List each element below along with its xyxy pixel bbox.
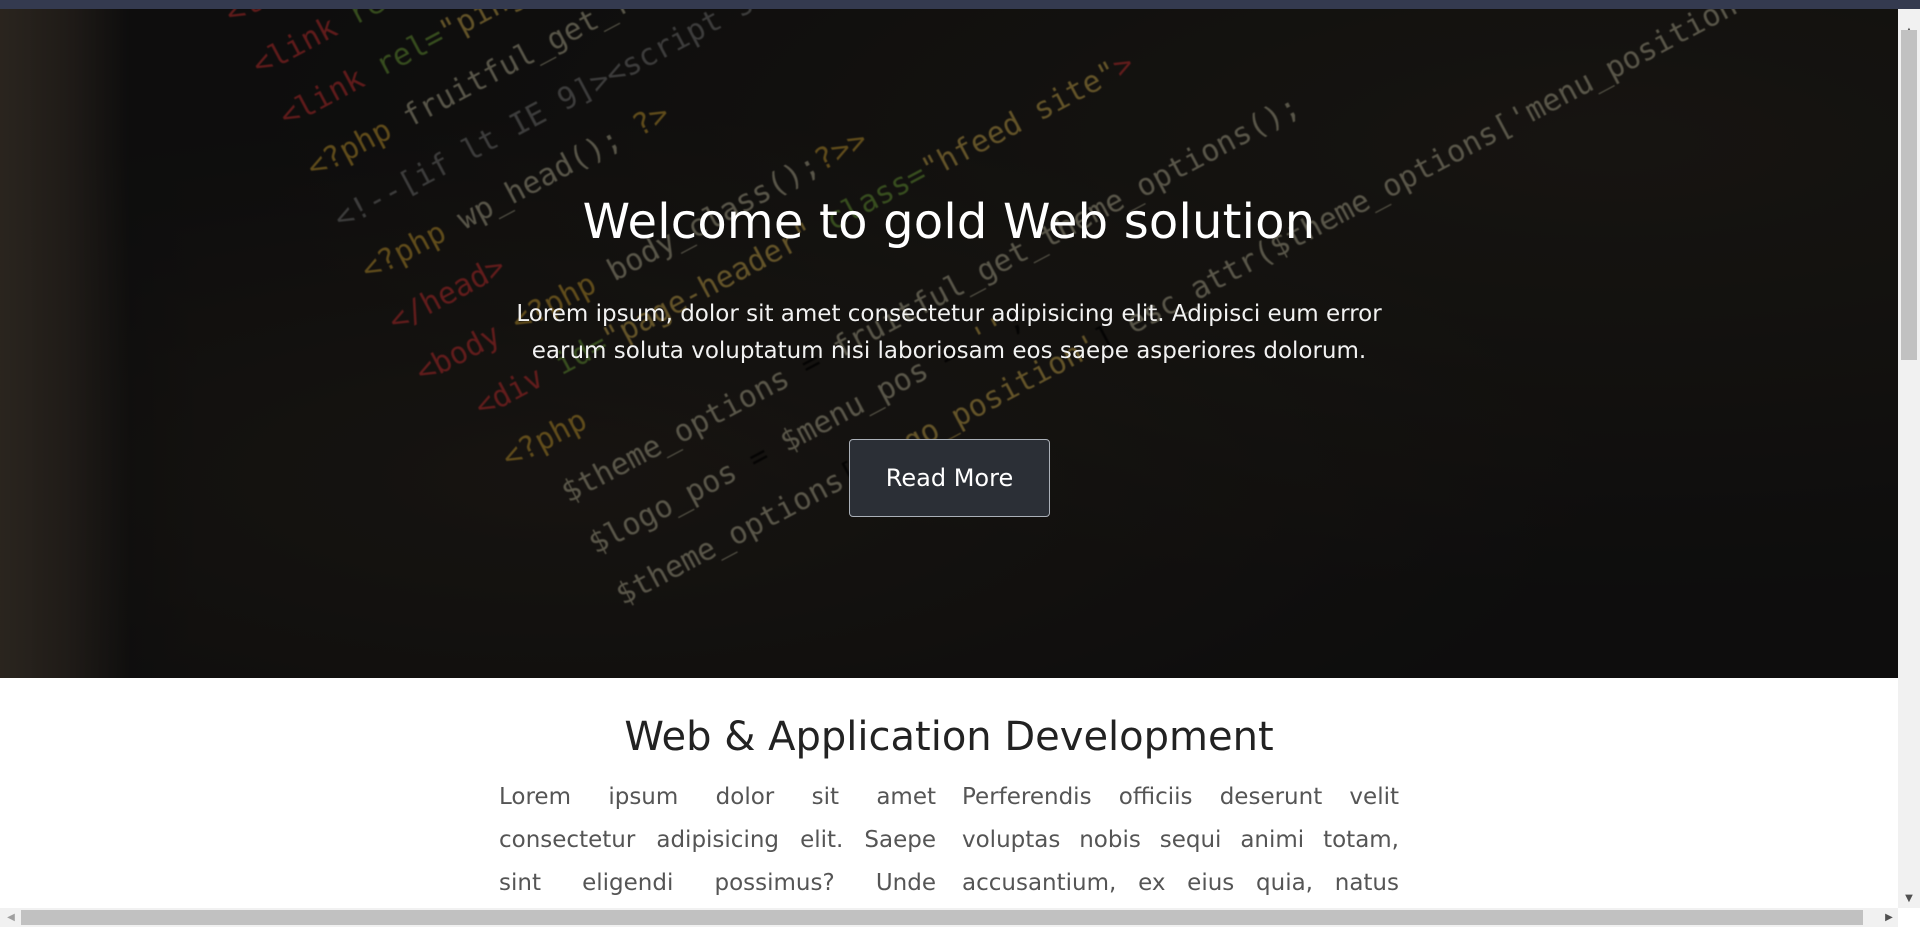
down-arrow-icon[interactable]: ▼	[1898, 888, 1920, 908]
right-arrow-icon[interactable]: ▶	[1880, 908, 1898, 927]
horizontal-scrollbar[interactable]: ◀ ▶	[0, 908, 1898, 927]
services-section: Web & Application Development Lorem ipsu…	[0, 678, 1898, 908]
hero-banner: <meta charset="<?php bloginfo( 'charset'…	[0, 9, 1898, 678]
vertical-scrollbar[interactable]: ▲ ▼	[1898, 9, 1920, 908]
top-bar	[0, 0, 1920, 9]
hero-content: Welcome to gold Web solution Lorem ipsum…	[0, 9, 1898, 678]
section-title: Web & Application Development	[624, 714, 1274, 760]
section-text-left: Lorem ipsum dolor sit amet consectetur a…	[499, 784, 936, 896]
section-text-right: Perferendis officiis deserunt velit volu…	[962, 784, 1399, 896]
horizontal-scroll-thumb[interactable]	[21, 910, 1863, 925]
vertical-scroll-thumb[interactable]	[1901, 30, 1917, 360]
hero-title: Welcome to gold Web solution	[582, 194, 1316, 250]
left-arrow-icon[interactable]: ◀	[2, 908, 20, 927]
hero-description: Lorem ipsum, dolor sit amet consectetur …	[516, 301, 1382, 364]
read-more-button[interactable]: Read More	[849, 439, 1050, 517]
scrollbar-corner	[1898, 908, 1920, 927]
